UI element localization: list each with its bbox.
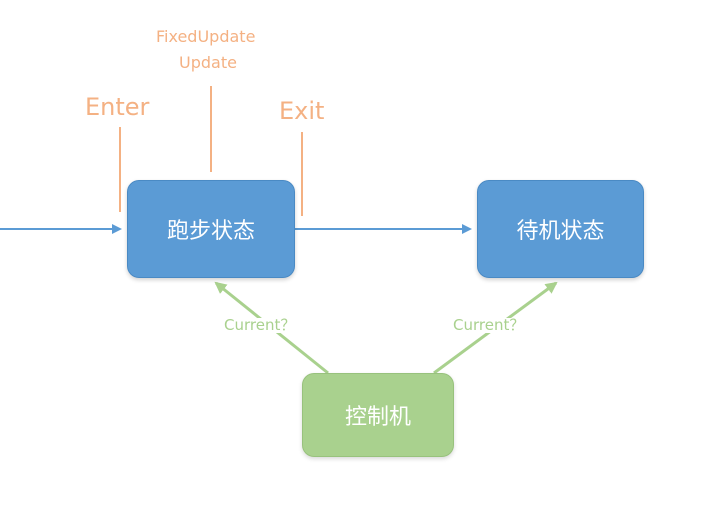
controller-label: 控制机 — [344, 405, 411, 430]
update-label: Update — [179, 53, 237, 72]
run-state-node[interactable]: 跑步状态 — [127, 180, 295, 278]
right-current-query-label: Current？ — [451, 316, 527, 334]
enter-label: Enter — [85, 93, 150, 121]
idle-state-label: 待机状态 — [516, 219, 605, 244]
state-machine-diagram: 跑步状态 待机状态 控制机 FixedUpdate Update Enter E… — [0, 0, 708, 513]
exit-label: Exit — [279, 97, 325, 125]
controller-node[interactable]: 控制机 — [302, 373, 454, 457]
left-current-query-label: Current？ — [222, 316, 298, 334]
fixed-update-label: FixedUpdate — [156, 27, 256, 46]
run-state-label: 跑步状态 — [166, 219, 255, 244]
idle-state-node[interactable]: 待机状态 — [477, 180, 644, 278]
